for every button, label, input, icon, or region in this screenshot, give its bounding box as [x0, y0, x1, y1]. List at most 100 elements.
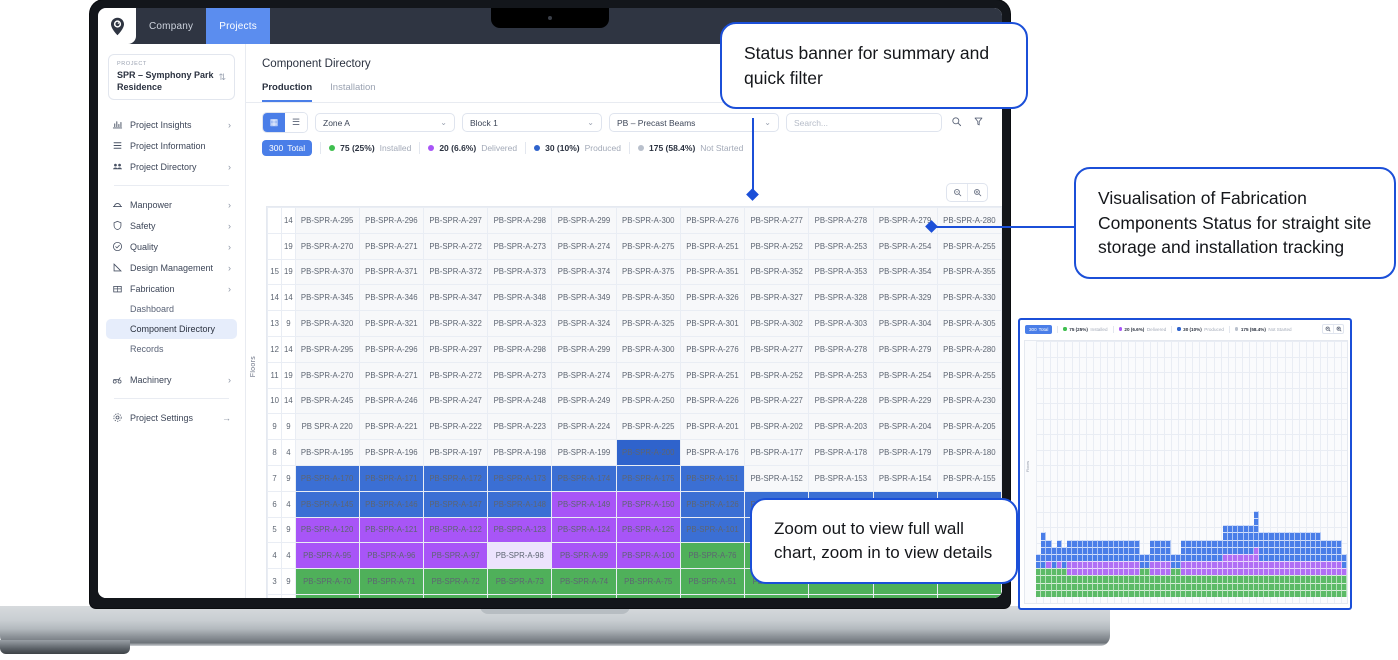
component-cell[interactable]: PB-SPR-A-49	[551, 593, 617, 598]
component-cell[interactable]: PB-SPR-A-172	[422, 464, 489, 492]
component-cell[interactable]: PB-SPR-A-75	[615, 568, 681, 595]
topnav-item-company[interactable]: Company	[136, 8, 206, 44]
component-cell[interactable]: PB-SPR-A-245	[294, 387, 360, 415]
zoom-out-icon[interactable]	[947, 184, 967, 201]
component-cell[interactable]: PB-SPR-A-151	[679, 464, 746, 492]
component-cell[interactable]: PB-SPR-A-371	[358, 258, 424, 286]
component-cell[interactable]: PB-SPR-A-270	[294, 361, 360, 389]
component-cell[interactable]: PB-SPR-A-250	[615, 387, 681, 415]
component-cell[interactable]: PB-SPR-A-171	[358, 464, 424, 492]
component-cell[interactable]: PB-SPR-A-225	[615, 413, 681, 441]
component-cell[interactable]: PB-SPR-A-101	[679, 516, 746, 544]
sidebar-item-safety[interactable]: Safety ›	[106, 215, 237, 236]
component-cell[interactable]: PB-SPR-A-50	[615, 593, 681, 598]
component-cell[interactable]: PB-SPR-A-203	[808, 413, 874, 441]
sidebar-item-project-directory[interactable]: Project Directory ›	[106, 156, 237, 177]
component-cell[interactable]: PB-SPR-A-48	[487, 593, 553, 598]
component-cell[interactable]: PB-SPR-A-173	[487, 464, 553, 492]
component-cell[interactable]: PB-SPR-A-280	[936, 335, 1002, 363]
component-cell[interactable]: PB-SPR-A-152	[744, 464, 810, 492]
component-cell[interactable]: PB-SPR-A-175	[615, 464, 681, 492]
component-cell[interactable]: PB-SPR-A-251	[679, 232, 746, 260]
component-cell[interactable]: PB-SPR-A-270	[294, 232, 360, 260]
component-cell[interactable]: PB-SPR-A-200	[615, 439, 681, 466]
component-cell[interactable]: PB-SPR-A-28	[808, 593, 874, 598]
component-cell[interactable]: PB-SPR-A-276	[679, 335, 746, 363]
component-cell[interactable]: PB-SPR-A-296	[358, 335, 424, 363]
component-cell[interactable]: PB-SPR-A-298	[487, 207, 553, 234]
component-cell[interactable]: PB-SPR-A-323	[487, 310, 553, 337]
component-cell[interactable]: PB-SPR-A-125	[615, 516, 681, 544]
component-cell[interactable]: PB-SPR-A-325	[615, 310, 681, 337]
mini-status-installed[interactable]: 75 (25%) Installed	[1063, 327, 1108, 332]
component-cell[interactable]: PB-SPR-A-230	[936, 387, 1002, 415]
component-cell[interactable]: PB-SPR-A-353	[808, 258, 874, 286]
component-cell[interactable]: PB-SPR-A-179	[872, 439, 938, 466]
component-cell[interactable]: PB-SPR-A-73	[487, 568, 553, 595]
component-cell[interactable]: PB-SPR-A-195	[294, 439, 360, 466]
component-cell[interactable]: PB-SPR-A-153	[808, 464, 874, 492]
sidebar-item-project-settings[interactable]: Project Settings →	[106, 407, 237, 428]
component-cell[interactable]: PB-SPR-A-123	[487, 516, 553, 544]
component-cell[interactable]: PB-SPR-A-246	[358, 387, 424, 415]
component-cell[interactable]: PB-SPR-A-273	[487, 361, 553, 389]
component-cell[interactable]: PB-SPR-A-349	[551, 284, 617, 312]
component-cell[interactable]: PB-SPR-A-72	[422, 568, 489, 595]
component-cell[interactable]: PB-SPR-A-272	[422, 232, 489, 260]
component-cell[interactable]: PB-SPR-A-51	[679, 568, 746, 595]
component-cell[interactable]: PB-SPR-A-301	[679, 310, 746, 337]
component-cell[interactable]: PB-SPR-A-121	[358, 516, 424, 544]
component-cell[interactable]: PB-SPR-A-299	[551, 335, 617, 363]
component-cell[interactable]: PB-SPR-A-100	[615, 542, 681, 570]
total-filter-pill[interactable]: 300 Total	[262, 140, 313, 156]
zoom-in-icon[interactable]	[1333, 325, 1343, 333]
sidebar-subitem-records[interactable]: Records	[106, 339, 237, 359]
mini-status-not-started[interactable]: 175 (58.4%) Not Started	[1234, 327, 1292, 332]
component-cell[interactable]: PB-SPR-A-274	[551, 232, 617, 260]
component-cell[interactable]: PB-SPR-A-324	[551, 310, 617, 337]
component-cell[interactable]: PB-SPR-A-70	[294, 568, 360, 595]
grid-view-icon[interactable]: ▦	[263, 113, 285, 132]
component-cell[interactable]: PB-SPR-A-249	[551, 387, 617, 415]
sidebar-item-project-information[interactable]: Project Information	[106, 135, 237, 156]
component-cell[interactable]: PB-SPR-A-29	[872, 593, 938, 598]
component-cell[interactable]: PB-SPR-A-347	[422, 284, 489, 312]
component-cell[interactable]: PB-SPR-A-74	[551, 568, 617, 595]
topnav-item-projects[interactable]: Projects	[206, 8, 270, 44]
component-cell[interactable]: PB-SPR-A-253	[808, 361, 874, 389]
app-logo[interactable]	[98, 8, 136, 44]
component-cell[interactable]: PB-SPR-A-354	[872, 258, 938, 286]
component-cell[interactable]: PB-SPR-A-350	[615, 284, 681, 312]
component-cell[interactable]: PB-SPR-A-272	[422, 361, 489, 389]
mini-chart[interactable]: Floors	[1024, 340, 1348, 604]
zoom-in-icon[interactable]	[967, 184, 987, 201]
component-cell[interactable]: PB-SPR-A-328	[808, 284, 874, 312]
component-cell[interactable]: PB-SPR-A-297	[422, 335, 489, 363]
component-cell[interactable]: PB-SPR-A-255	[936, 361, 1002, 389]
component-cell[interactable]: PB-SPR-A-180	[936, 439, 1002, 466]
component-cell[interactable]: PB-SPR-A-346	[358, 284, 424, 312]
component-cell[interactable]: PB-SPR-A-252	[744, 361, 810, 389]
tab-installation[interactable]: Installation	[330, 82, 375, 102]
component-cell[interactable]: PB-SPR-A-226	[679, 387, 746, 415]
component-cell[interactable]: PB-SPR-A-223	[487, 413, 553, 441]
tab-production[interactable]: Production	[262, 82, 313, 102]
sidebar-item-design-management[interactable]: Design Management ›	[106, 257, 237, 278]
sidebar-item-machinery[interactable]: Machinery ›	[106, 369, 237, 390]
component-cell[interactable]: PB-SPR-A-373	[487, 258, 553, 286]
updown-chevron-icon[interactable]: ⇅	[218, 72, 226, 83]
component-cell[interactable]: PB-SPR-A-46	[358, 593, 424, 598]
component-cell[interactable]: PB-SPR-A-327	[744, 284, 810, 312]
component-cell[interactable]: PB-SPR-A-229	[872, 387, 938, 415]
component-cell[interactable]: PB-SPR-A-345	[294, 284, 360, 312]
component-cell[interactable]: PB-SPR-A-197	[422, 439, 489, 466]
component-cell[interactable]: PB-SPR-A-252	[744, 232, 810, 260]
component-cell[interactable]: PB-SPR-A-120	[294, 516, 360, 544]
component-cell[interactable]: PB-SPR-A-296	[358, 207, 424, 234]
component-cell[interactable]: PB-SPR-A-221	[358, 413, 424, 441]
component-cell[interactable]: PB-SPR-A-95	[294, 542, 360, 570]
component-cell[interactable]: PB-SPR-A-251	[679, 361, 746, 389]
component-cell[interactable]: PB-SPR-A-202	[744, 413, 810, 441]
project-selector-card[interactable]: PROJECT SPR – Symphony Park Residence ⇅	[108, 54, 235, 101]
list-view-icon[interactable]: ☰	[285, 113, 307, 132]
